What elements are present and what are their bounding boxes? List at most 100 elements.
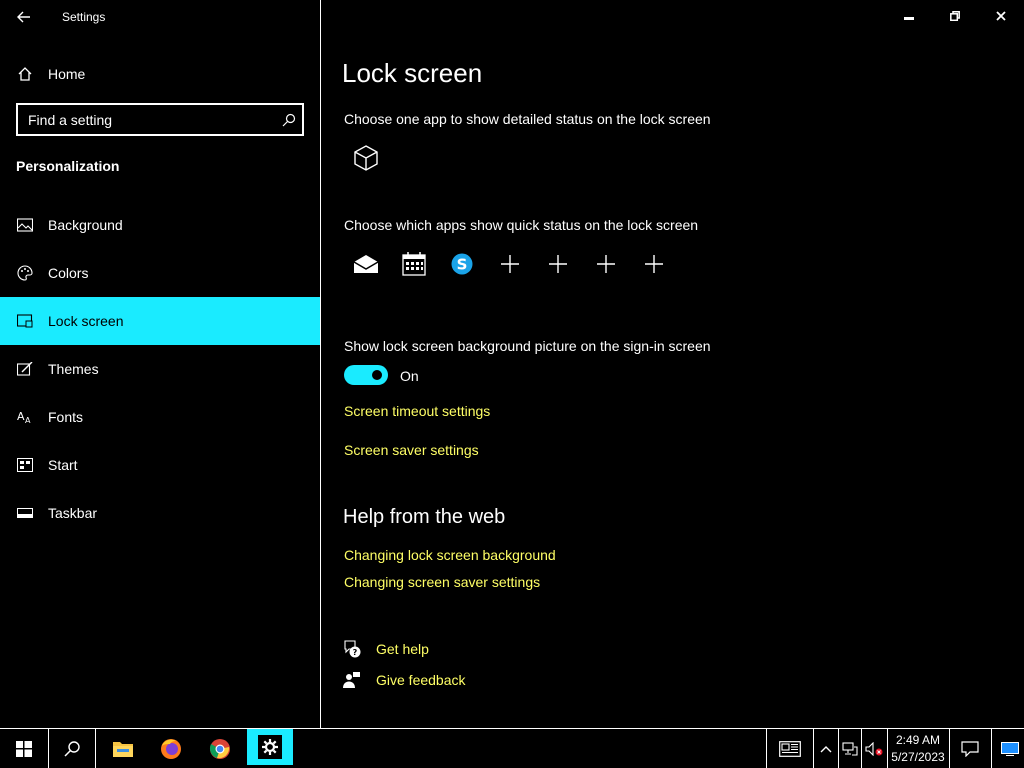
news-icon: [779, 740, 801, 757]
title-bar: Settings: [0, 0, 1024, 34]
nav-home[interactable]: Home: [0, 54, 320, 94]
quick-status-skype-button[interactable]: S: [446, 248, 478, 280]
back-button[interactable]: [8, 2, 40, 32]
desktop-icon: [1001, 741, 1019, 756]
action-center-button[interactable]: [950, 729, 990, 768]
toggle-knob: [372, 370, 382, 380]
taskbar-separator: [887, 729, 888, 768]
sidebar-item-label: Colors: [48, 265, 89, 281]
clock[interactable]: 2:49 AM 5/27/2023: [890, 732, 946, 766]
detailed-status-app-button[interactable]: [350, 142, 382, 174]
taskbar-settings[interactable]: [247, 729, 293, 765]
page-title: Lock screen: [342, 58, 483, 88]
sidebar-item-label: Taskbar: [48, 505, 98, 521]
settings-tile: [258, 735, 282, 759]
minimize-button[interactable]: [886, 0, 932, 32]
calendar-icon: [402, 252, 426, 276]
sidebar-item-start[interactable]: Start: [0, 441, 320, 489]
volume-button[interactable]: [862, 729, 886, 768]
file-explorer-icon: [113, 741, 133, 757]
screen-timeout-link[interactable]: Screen timeout settings: [344, 403, 490, 419]
start-button[interactable]: [0, 729, 48, 768]
back-arrow-icon: [17, 11, 30, 23]
section-title: Personalization: [16, 158, 120, 174]
taskbar-file-explorer[interactable]: [100, 729, 146, 768]
chrome-icon: [209, 738, 230, 759]
nav-list: Background Colors Lock screen Themes AA …: [0, 201, 320, 537]
sidebar-item-background[interactable]: Background: [0, 201, 320, 249]
news-widget-button[interactable]: [767, 729, 813, 768]
lock-screen-icon: [16, 312, 34, 330]
help-link-screen-saver[interactable]: Changing screen saver settings: [344, 574, 540, 590]
main-content: Lock screen Choose one app to show detai…: [321, 34, 1024, 728]
home-icon: [16, 65, 34, 83]
fonts-icon: AA: [16, 408, 34, 426]
signin-background-toggle[interactable]: [344, 365, 388, 385]
show-hidden-icons-button[interactable]: [814, 729, 838, 768]
give-feedback-link[interactable]: Give feedback: [376, 672, 466, 688]
get-help-row[interactable]: ? Get help: [343, 640, 429, 658]
sidebar-item-label: Lock screen: [48, 313, 124, 329]
close-button[interactable]: [978, 0, 1024, 32]
svg-text:S: S: [457, 256, 468, 274]
taskbar-icon: [16, 504, 34, 522]
sidebar-item-lock-screen[interactable]: Lock screen: [0, 297, 320, 345]
add-icon: [597, 255, 615, 273]
picture-icon: [16, 216, 34, 234]
signin-background-label: Show lock screen background picture on t…: [344, 338, 711, 354]
minimize-icon: [904, 17, 914, 20]
toggle-state-label: On: [400, 368, 419, 384]
quick-status-mail-button[interactable]: [350, 248, 382, 280]
detailed-status-label: Choose one app to show detailed status o…: [344, 111, 711, 127]
taskbar-chrome[interactable]: [196, 729, 244, 768]
show-desktop-button[interactable]: [996, 729, 1024, 768]
restore-button[interactable]: [932, 0, 978, 32]
quick-status-add-button[interactable]: [542, 248, 574, 280]
sidebar-item-label: Background: [48, 217, 123, 233]
search-box[interactable]: Find a setting: [16, 103, 304, 136]
sidebar-item-label: Fonts: [48, 409, 84, 425]
taskbar-separator: [95, 729, 96, 768]
search-icon: [64, 740, 80, 757]
search-input[interactable]: Find a setting: [28, 112, 276, 128]
chat-help-icon: ?: [343, 640, 361, 658]
sidebar-item-taskbar[interactable]: Taskbar: [0, 489, 320, 537]
give-feedback-row[interactable]: Give feedback: [343, 671, 466, 689]
taskbar-search-button[interactable]: [49, 729, 95, 768]
themes-icon: [16, 360, 34, 378]
quick-status-add-button[interactable]: [494, 248, 526, 280]
get-help-link[interactable]: Get help: [376, 641, 429, 657]
home-label: Home: [48, 66, 86, 82]
taskbar-separator: [991, 729, 992, 768]
quick-status-label: Choose which apps show quick status on t…: [344, 217, 699, 233]
restore-icon: [950, 11, 960, 21]
quick-status-add-button[interactable]: [638, 248, 670, 280]
help-section-title: Help from the web: [343, 506, 506, 528]
sidebar-item-fonts[interactable]: AA Fonts: [0, 393, 320, 441]
settings-gear-icon: [262, 739, 278, 755]
skype-icon: S: [451, 253, 473, 275]
taskbar-firefox[interactable]: [148, 729, 194, 768]
close-icon: [996, 11, 1006, 21]
chevron-up-icon: [820, 745, 832, 752]
quick-status-add-button[interactable]: [590, 248, 622, 280]
network-icon: [842, 741, 858, 756]
sidebar-item-themes[interactable]: Themes: [0, 345, 320, 393]
firefox-icon: [161, 738, 181, 759]
notification-icon: [961, 740, 979, 757]
sidebar-item-colors[interactable]: Colors: [0, 249, 320, 297]
svg-text:?: ?: [353, 648, 358, 657]
mail-icon: [353, 255, 379, 273]
screen-saver-link[interactable]: Screen saver settings: [344, 442, 479, 458]
sidebar: Home Find a setting Personalization Back…: [0, 34, 320, 728]
quick-status-calendar-button[interactable]: [398, 248, 430, 280]
volume-muted-icon: [865, 741, 883, 756]
palette-icon: [16, 264, 34, 282]
network-button[interactable]: [839, 729, 861, 768]
add-icon: [549, 255, 567, 273]
svg-text:A: A: [25, 416, 31, 424]
sidebar-item-label: Themes: [48, 361, 99, 377]
help-link-lock-screen[interactable]: Changing lock screen background: [344, 547, 556, 563]
search-icon[interactable]: [276, 107, 302, 133]
window-title: Settings: [62, 10, 106, 24]
